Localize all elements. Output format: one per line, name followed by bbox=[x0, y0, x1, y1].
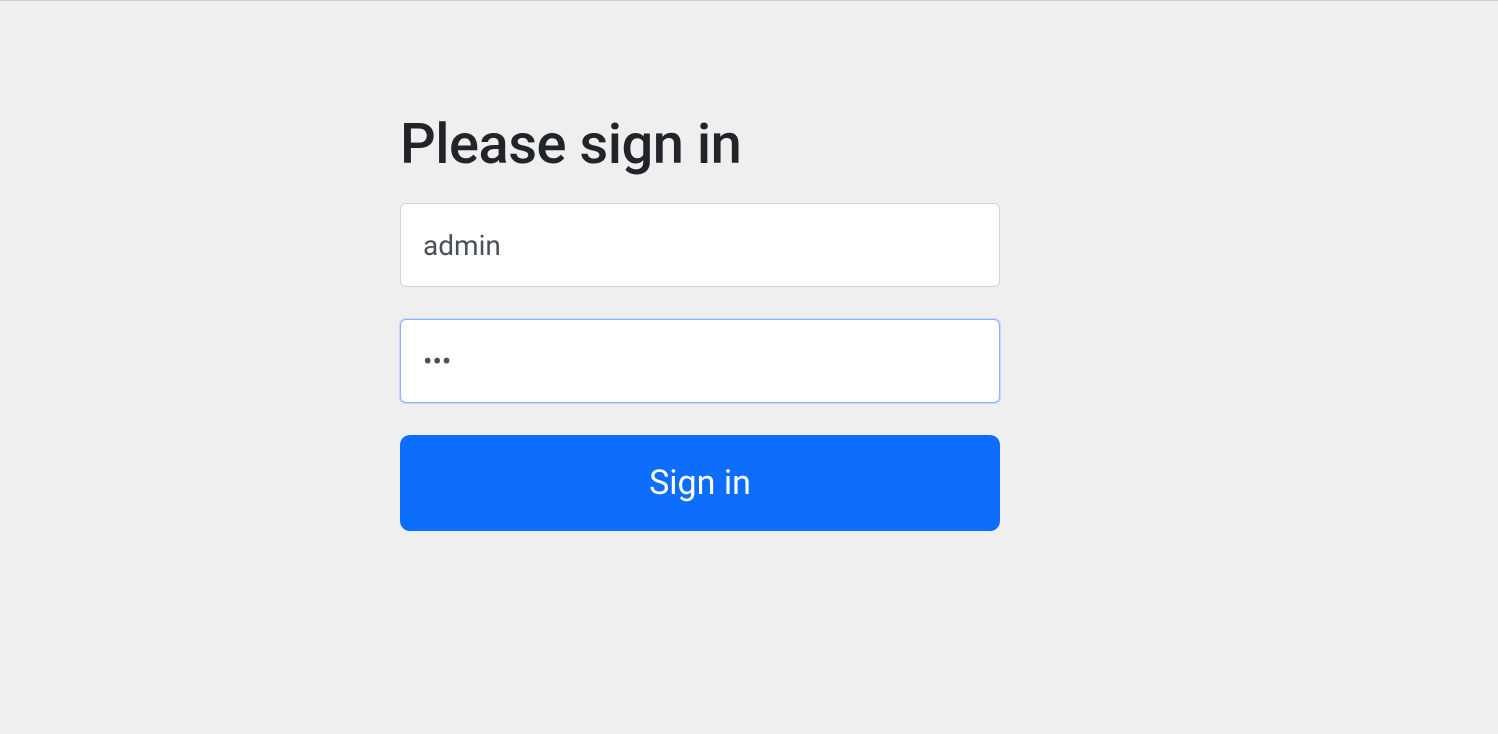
username-input[interactable] bbox=[400, 203, 1000, 287]
signin-button[interactable]: Sign in bbox=[400, 435, 1000, 531]
password-input[interactable] bbox=[400, 319, 1000, 403]
signin-form-container: Please sign in Sign in bbox=[400, 111, 1000, 531]
signin-heading: Please sign in bbox=[400, 111, 1000, 177]
